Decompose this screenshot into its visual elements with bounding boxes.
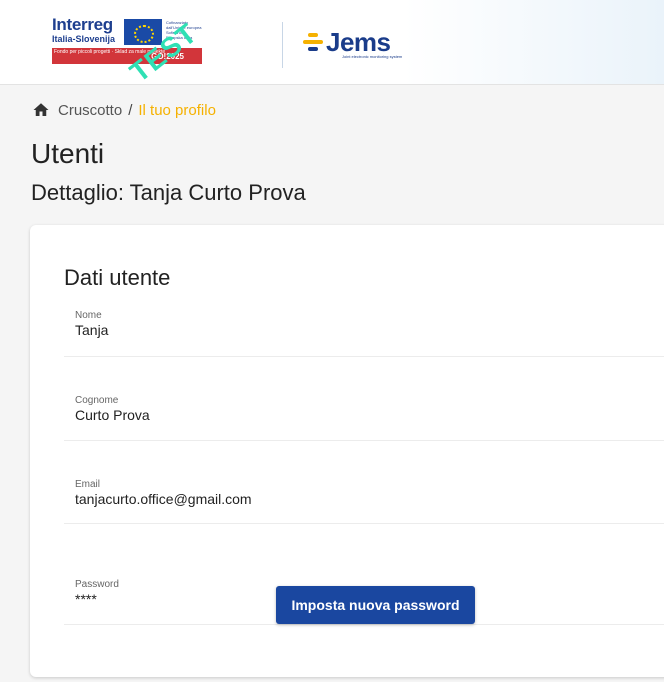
field-value: Tanja bbox=[75, 322, 109, 338]
breadcrumb-dashboard-link[interactable]: Cruscotto bbox=[58, 102, 122, 119]
interreg-logo[interactable]: Interreg Italia-Slovenija Cofinanziato d… bbox=[38, 15, 204, 84]
field-value: tanjacurto.office@gmail.com bbox=[75, 491, 252, 507]
card-title: Dati utente bbox=[64, 265, 171, 290]
breadcrumb-current: Il tuo profilo bbox=[138, 101, 216, 119]
set-new-password-button[interactable]: Imposta nuova password bbox=[276, 586, 475, 624]
field-first-name: Nome Tanja bbox=[64, 310, 664, 357]
interreg-program: Italia-Slovenija bbox=[52, 34, 116, 44]
page-subtitle: Dettaglio: Tanja Curto Prova bbox=[31, 180, 306, 205]
field-value: **** bbox=[75, 591, 97, 607]
user-data-card: Dati utente Nome Tanja Cognome Curto Pro… bbox=[30, 225, 664, 677]
home-icon[interactable] bbox=[32, 101, 50, 119]
field-label: Password bbox=[75, 579, 119, 590]
page-title: Utenti bbox=[31, 138, 105, 169]
field-email: Email tanjacurto.office@gmail.com bbox=[64, 479, 664, 524]
breadcrumb-separator: / bbox=[128, 101, 133, 119]
logo-divider bbox=[282, 22, 283, 68]
field-label: Cognome bbox=[75, 395, 119, 406]
field-last-name: Cognome Curto Prova bbox=[64, 395, 664, 441]
jems-mark-icon bbox=[303, 33, 323, 51]
jems-tagline: Joint electronic monitoring system bbox=[342, 54, 403, 59]
field-label: Nome bbox=[75, 310, 102, 321]
top-bar-gradient bbox=[404, 0, 664, 84]
top-bar: Interreg Italia-Slovenija Cofinanziato d… bbox=[0, 0, 664, 85]
breadcrumb: Cruscotto / Il tuo profilo bbox=[32, 100, 216, 120]
interreg-wordmark: Interreg bbox=[52, 15, 113, 34]
field-label: Email bbox=[75, 479, 101, 490]
field-value: Curto Prova bbox=[75, 407, 150, 423]
